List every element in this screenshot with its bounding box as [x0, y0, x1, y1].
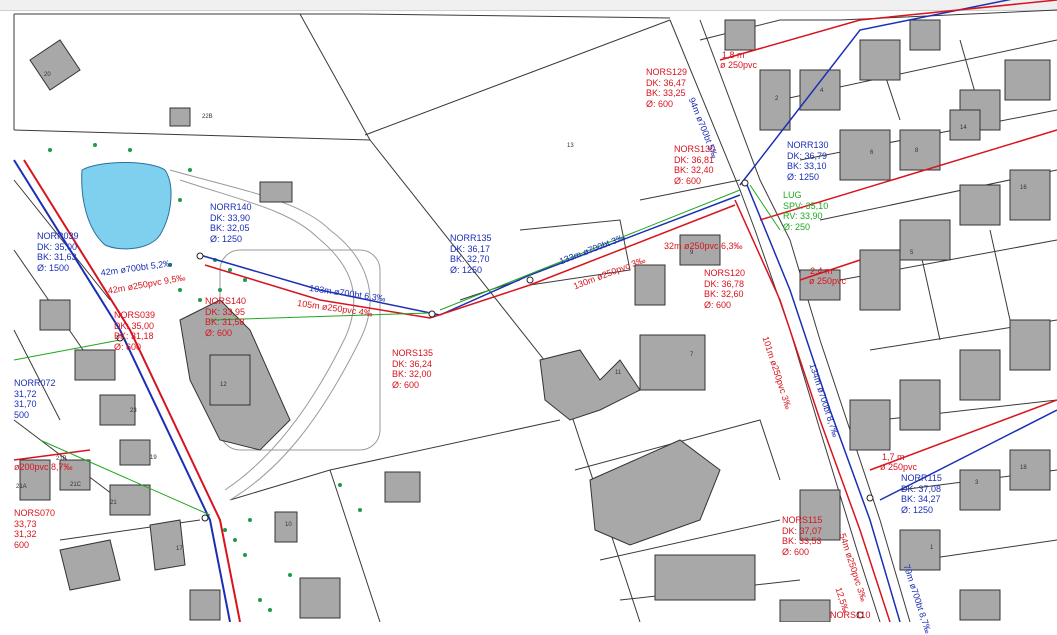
house-number: 12 — [220, 382, 227, 388]
house-number: 16 — [1020, 185, 1027, 191]
label-norr135: NORR135 DK: 36,17 BK: 32,70 Ø: 1250 — [450, 233, 492, 275]
house-number: 21 — [110, 500, 117, 506]
house-number: 10 — [285, 522, 292, 528]
house-number: 7 — [690, 352, 694, 358]
house-number: 8 — [915, 148, 919, 154]
pond — [81, 162, 172, 250]
label-norr130: NORR130 DK: 36,79 BK: 33,10 Ø: 1250 — [787, 140, 829, 182]
label-nors039: NORS039 DK: 35,00 BK: 31,18 Ø: 600 — [114, 310, 156, 352]
pipe-label: ø 250pvc — [880, 462, 918, 472]
house-number: 3 — [975, 480, 979, 486]
house-number: 21C — [70, 482, 82, 488]
house-number: 2 — [775, 96, 779, 102]
house-number: 17 — [176, 546, 183, 552]
house-number: 19 — [150, 455, 157, 461]
label-nors135: NORS135 DK: 36,24 BK: 32,00 Ø: 600 — [392, 348, 434, 390]
house-number: 13 — [567, 143, 574, 149]
label-lug: LUG SPV: 35,10 RV: 33,90 Ø: 250 — [783, 190, 829, 232]
buildings — [19, 19, 1051, 622]
pipe-label: ø 250pvc — [720, 60, 758, 70]
label-nors140: NORS140 DK: 33,95 BK: 31,58 Ø: 600 — [205, 296, 247, 338]
pipe-label: 1,8 m — [722, 50, 745, 60]
pipe-label: ø 250pvc — [809, 276, 847, 286]
house-number: 6 — [870, 150, 874, 156]
label-nors070: NORS070 33,73 31,32 600 — [14, 508, 56, 550]
house-number: 9 — [690, 250, 694, 256]
house-number: 21A — [16, 484, 27, 490]
house-number: 23 — [130, 408, 137, 414]
house-number: 21B — [56, 456, 67, 462]
house-number: 20 — [44, 72, 51, 78]
house-number: 4 — [820, 88, 824, 94]
map-canvas[interactable] — [0, 0, 1057, 622]
label-nors115: NORS115 DK: 37,07 BK: 33,53 Ø: 600 — [782, 515, 823, 557]
label-norr072: NORR072 31,72 31,70 500 — [14, 378, 56, 420]
house-number: 5 — [910, 250, 914, 256]
pipe-label: ø200pvc 8,7‰ — [14, 462, 73, 472]
label-norr140: NORR140 DK: 33,90 BK: 32,05 Ø: 1250 — [210, 202, 252, 244]
house-number: 18 — [1020, 465, 1027, 471]
house-number: 22B — [202, 114, 213, 120]
pipe-label: 2,4 m — [810, 266, 833, 276]
house-number: 14 — [960, 125, 967, 131]
label-nors129: NORS129 DK: 36,47 BK: 33,25 Ø: 600 — [646, 67, 688, 109]
label-norr115: NORR115 DK: 37,08 BK: 34,27 Ø: 1250 — [901, 473, 942, 515]
pipe-label: 1,7 m — [882, 452, 905, 462]
house-number: 11 — [615, 370, 622, 376]
pipe-label: 32m ø250pvc 6,3‰ — [664, 241, 743, 251]
label-norr039: NORR039 DK: 35,00 BK: 31,63 Ø: 1500 — [37, 231, 79, 273]
house-number: 1 — [930, 545, 934, 551]
label-nors120: NORS120 DK: 36,78 BK: 32,60 Ø: 600 — [704, 268, 746, 310]
